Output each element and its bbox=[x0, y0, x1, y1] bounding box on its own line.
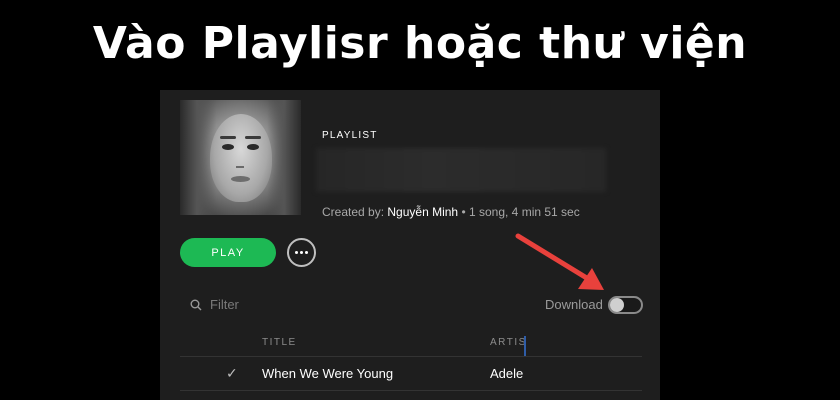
download-toggle[interactable] bbox=[608, 296, 643, 314]
check-icon: ✓ bbox=[226, 365, 238, 381]
search-icon bbox=[190, 299, 202, 310]
more-options-icon bbox=[295, 251, 298, 254]
spotify-playlist-panel: PLAYLIST Created by: Nguyễn Minh • 1 son… bbox=[160, 90, 660, 400]
column-resize-handle[interactable] bbox=[524, 336, 526, 356]
playlist-name-blurred bbox=[316, 148, 606, 192]
playlist-type-label: PLAYLIST bbox=[322, 130, 378, 141]
filter-placeholder: Filter bbox=[210, 297, 239, 312]
row-divider bbox=[180, 390, 642, 391]
header-divider bbox=[180, 356, 642, 357]
playlist-stats: • 1 song, 4 min 51 sec bbox=[461, 205, 580, 219]
toggle-knob bbox=[610, 298, 624, 312]
created-by-label: Created by: bbox=[322, 205, 385, 219]
banner-title: Vào Playlisr hoặc thư viện bbox=[92, 18, 748, 69]
playlist-meta: Created by: Nguyễn Minh • 1 song, 4 min … bbox=[322, 205, 580, 219]
track-artist[interactable]: Adele bbox=[490, 366, 523, 381]
more-options-button[interactable] bbox=[287, 238, 316, 267]
column-header-title[interactable]: TITLE bbox=[262, 337, 297, 348]
column-header-artist[interactable]: ARTIST bbox=[490, 337, 524, 348]
track-row[interactable]: ✓ When We Were Young Adele bbox=[180, 362, 642, 388]
filter-input[interactable]: Filter bbox=[190, 297, 239, 312]
track-title[interactable]: When We Were Young bbox=[262, 366, 393, 381]
download-label: Download bbox=[545, 297, 603, 312]
playlist-cover-image bbox=[180, 100, 301, 215]
playlist-owner-link[interactable]: Nguyễn Minh bbox=[387, 205, 458, 219]
play-button[interactable]: PLAY bbox=[180, 238, 276, 267]
